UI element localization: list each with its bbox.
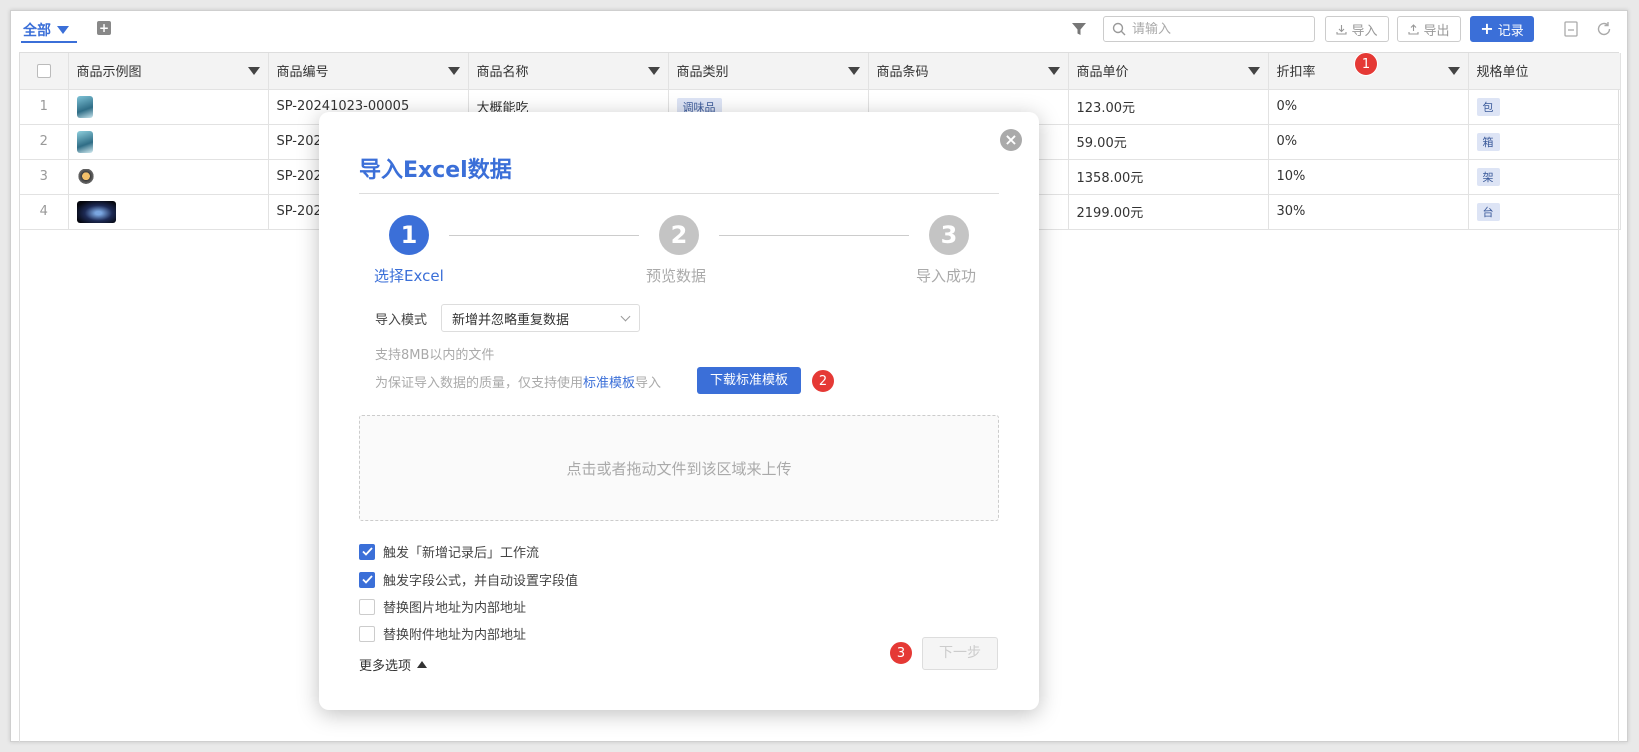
step-1-label: 选择Excel bbox=[374, 267, 444, 285]
step-3-circle: 3 bbox=[929, 215, 969, 255]
checkbox-checked-icon[interactable] bbox=[359, 571, 375, 588]
step-3-label: 导入成功 bbox=[916, 267, 977, 285]
checkbox-checked-icon[interactable] bbox=[359, 543, 375, 560]
dialog-title: 导入Excel数据 bbox=[359, 158, 512, 183]
template-hint: 为保证导入数据的质量，仅支持使用标准模板导入 bbox=[375, 376, 662, 391]
annotation-badge-3: 3 bbox=[889, 641, 913, 665]
dropzone-text: 点击或者拖动文件到该区域来上传 bbox=[566, 459, 792, 478]
close-icon[interactable]: × bbox=[1000, 129, 1022, 151]
step-connector bbox=[449, 235, 639, 236]
step-2-circle: 2 bbox=[659, 215, 699, 255]
option-replace-attachment-url[interactable]: 替换附件地址为内部地址 bbox=[359, 624, 526, 643]
import-mode-label: 导入模式 bbox=[375, 313, 428, 328]
checkbox-unchecked-icon[interactable] bbox=[359, 598, 375, 615]
upload-dropzone[interactable]: 点击或者拖动文件到该区域来上传 bbox=[359, 415, 999, 521]
step-2-label: 预览数据 bbox=[646, 267, 707, 285]
import-mode-select[interactable]: 新增并忽略重复数据 bbox=[441, 304, 640, 332]
caret-up-icon bbox=[417, 661, 428, 668]
more-options-toggle[interactable]: 更多选项 bbox=[359, 655, 428, 674]
annotation-badge-2: 2 bbox=[811, 369, 835, 393]
import-mode-value: 新增并忽略重复数据 bbox=[452, 312, 570, 328]
download-template-button[interactable]: 下载标准模板 bbox=[697, 367, 801, 394]
option-trigger-workflow[interactable]: 触发「新增记录后」工作流 bbox=[359, 542, 539, 561]
title-divider bbox=[359, 193, 999, 194]
file-size-hint: 支持8MB以内的文件 bbox=[375, 348, 495, 363]
standard-template-link[interactable]: 标准模板 bbox=[583, 376, 635, 391]
next-step-button[interactable]: 下一步 bbox=[922, 637, 998, 670]
option-trigger-formula[interactable]: 触发字段公式，并自动设置字段值 bbox=[359, 570, 578, 589]
annotation-badge-1: 1 bbox=[1354, 52, 1378, 76]
checkbox-unchecked-icon[interactable] bbox=[359, 625, 375, 642]
chevron-down-icon bbox=[620, 311, 631, 321]
modal-overlay: × 导入Excel数据 1 2 3 选择Excel 预览数据 导入成功 导入模式… bbox=[0, 0, 1639, 752]
step-1-circle: 1 bbox=[389, 215, 429, 255]
import-excel-dialog: × 导入Excel数据 1 2 3 选择Excel 预览数据 导入成功 导入模式… bbox=[319, 112, 1039, 710]
option-replace-image-url[interactable]: 替换图片地址为内部地址 bbox=[359, 597, 526, 616]
step-connector bbox=[719, 235, 909, 236]
